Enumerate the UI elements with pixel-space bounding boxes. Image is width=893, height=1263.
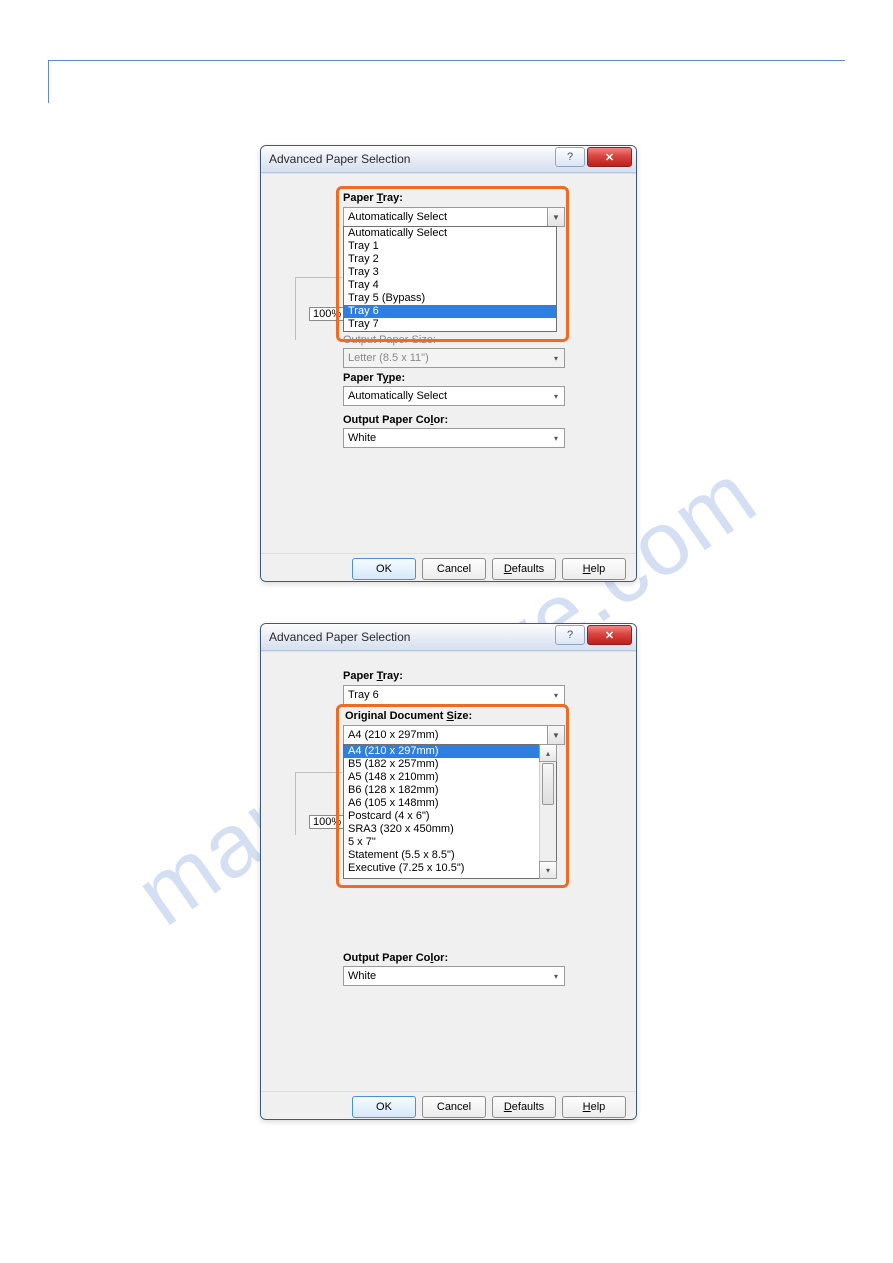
output-paper-color-label: Output Paper Color: [343,414,448,426]
output-paper-size-select: Letter (8.5 x 11") ▾ [343,348,565,368]
close-button[interactable]: ✕ [587,147,632,167]
dialog-body: 100% Paper Tray: Automatically Select ▼ … [261,173,636,553]
dialog-footer: OK Cancel Defaults Help [261,553,636,582]
page-header-rule [48,60,845,103]
output-paper-color-select[interactable]: White ▾ [343,966,565,986]
list-item[interactable]: SRA3 (320 x 450mm) [344,823,556,836]
defaults-button[interactable]: Defaults [492,558,556,580]
list-item[interactable]: B6 (128 x 182mm) [344,784,556,797]
list-item[interactable]: Tray 4 [344,279,556,292]
zoom-badge: 100% [309,307,345,321]
original-document-size-select[interactable]: A4 (210 x 297mm) ▼ [343,725,565,745]
help-button[interactable]: Help [562,558,626,580]
ok-button[interactable]: OK [352,1096,416,1118]
output-paper-color-value: White [348,432,376,444]
close-button[interactable]: ✕ [587,625,632,645]
list-item-selected[interactable]: A4 (210 x 297mm) [344,745,556,758]
dropdown-arrow-icon: ▾ [548,967,564,985]
list-item[interactable]: Tray 7 [344,318,556,331]
paper-tray-select[interactable]: Automatically Select ▼ [343,207,565,227]
advanced-paper-selection-dialog-2: Advanced Paper Selection ? ✕ 100% Paper … [260,623,637,1120]
dialog-title: Advanced Paper Selection [269,152,410,166]
output-paper-color-value: White [348,970,376,982]
dropdown-arrow-icon: ▼ [547,208,564,226]
ok-button[interactable]: OK [352,558,416,580]
list-item[interactable]: Postcard (4 x 6") [344,810,556,823]
original-document-size-listbox[interactable]: A4 (210 x 297mm) B5 (182 x 257mm) A5 (14… [343,744,557,879]
advanced-paper-selection-dialog-1: Advanced Paper Selection ? ✕ 100% Paper … [260,145,637,582]
dropdown-arrow-icon: ▾ [548,429,564,447]
list-item[interactable]: Tray 5 (Bypass) [344,292,556,305]
scroll-down-button[interactable]: ▾ [539,861,557,879]
paper-tray-label: Paper Tray: [343,192,403,204]
dialog-body: 100% Paper Tray: Tray 6 ▾ Original Docum… [261,651,636,1091]
list-item[interactable]: Statement (5.5 x 8.5") [344,849,556,862]
output-paper-color-select[interactable]: White ▾ [343,428,565,448]
list-item[interactable]: A6 (105 x 148mm) [344,797,556,810]
paper-tray-select[interactable]: Tray 6 ▾ [343,685,565,705]
paper-tray-listbox[interactable]: Automatically Select Tray 1 Tray 2 Tray … [343,226,557,332]
list-item-selected[interactable]: Tray 6 [344,305,556,318]
dialog-footer: OK Cancel Defaults Help [261,1091,636,1120]
scroll-thumb[interactable] [542,763,554,805]
dialog-title: Advanced Paper Selection [269,630,410,644]
paper-type-value: Automatically Select [348,390,447,402]
original-document-size-label: Original Document Size: [345,710,472,722]
paper-tray-selected: Tray 6 [348,689,379,701]
list-item[interactable]: B5 (182 x 257mm) [344,758,556,771]
dropdown-arrow-icon: ▾ [548,387,564,405]
paper-tray-label: Paper Tray: [343,670,403,682]
list-item[interactable]: Tray 3 [344,266,556,279]
dropdown-arrow-icon: ▾ [548,686,564,704]
titlebar-help-button[interactable]: ? [555,147,585,167]
titlebar-help-button[interactable]: ? [555,625,585,645]
titlebar[interactable]: Advanced Paper Selection ? ✕ [261,624,636,651]
titlebar[interactable]: Advanced Paper Selection ? ✕ [261,146,636,173]
list-item[interactable]: 5 x 7" [344,836,556,849]
paper-type-label: Paper Type: [343,372,405,384]
dropdown-arrow-icon: ▼ [547,726,564,744]
list-item[interactable]: Tray 1 [344,240,556,253]
dropdown-arrow-icon: ▾ [548,349,564,367]
original-document-size-selected: A4 (210 x 297mm) [348,729,438,741]
zoom-badge: 100% [309,815,345,829]
scrollbar[interactable]: ▴ ▾ [539,745,556,878]
paper-type-select[interactable]: Automatically Select ▾ [343,386,565,406]
list-item[interactable]: Automatically Select [344,227,556,240]
cancel-button[interactable]: Cancel [422,1096,486,1118]
scroll-up-button[interactable]: ▴ [539,744,557,762]
cancel-button[interactable]: Cancel [422,558,486,580]
output-paper-size-value: Letter (8.5 x 11") [348,352,429,364]
paper-tray-selected: Automatically Select [348,211,447,223]
list-item[interactable]: A5 (148 x 210mm) [344,771,556,784]
defaults-button[interactable]: Defaults [492,1096,556,1118]
help-button[interactable]: Help [562,1096,626,1118]
output-paper-color-label: Output Paper Color: [343,952,448,964]
output-paper-size-label: Output Paper Size: [343,334,436,346]
list-item[interactable]: Tray 2 [344,253,556,266]
list-item[interactable]: Executive (7.25 x 10.5") [344,862,556,875]
